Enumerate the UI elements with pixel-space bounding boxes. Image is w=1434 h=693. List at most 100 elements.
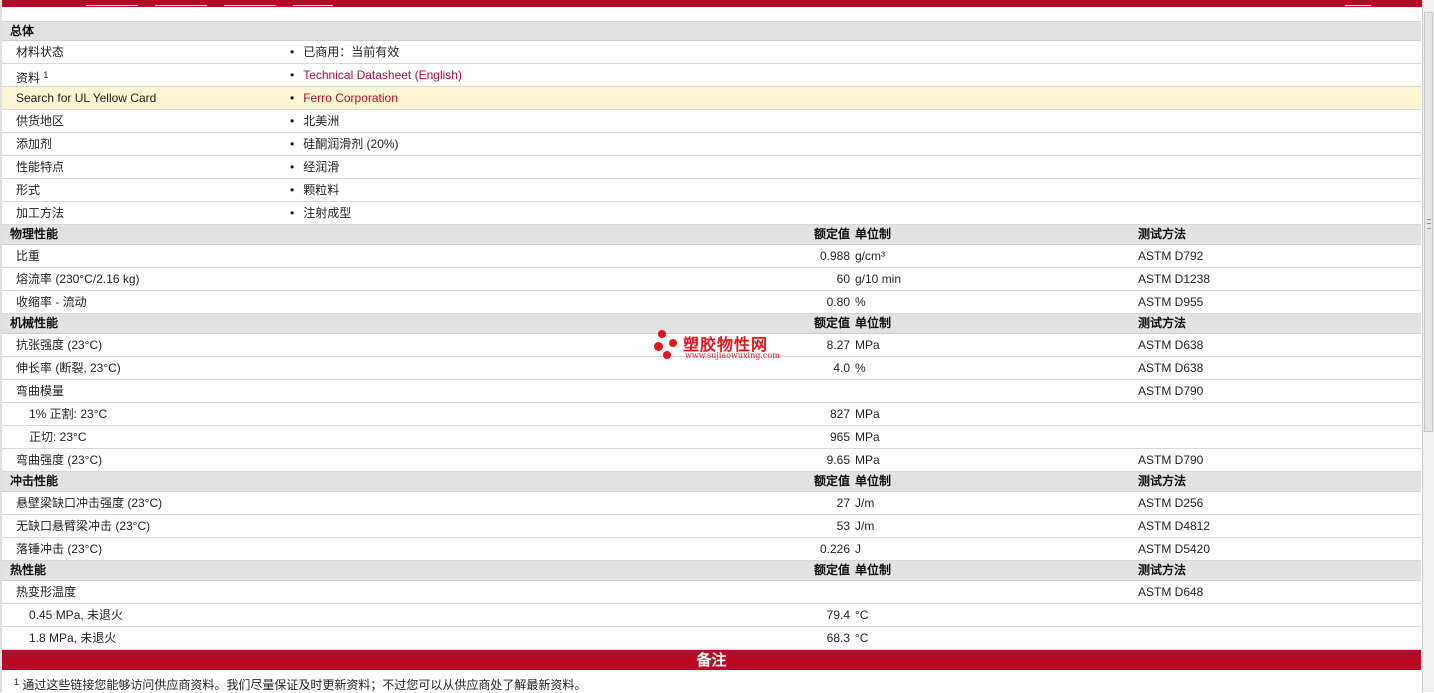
property-name: 悬壁梁缺口冲击强度 (23°C) xyxy=(16,496,163,510)
col-header-unit: 单位制 xyxy=(855,474,892,488)
nav-tab-2[interactable] xyxy=(155,5,207,6)
property-unit: J/m xyxy=(855,519,875,533)
property-name: 落锤冲击 (23°C) xyxy=(16,542,103,556)
property-name: 伸长率 (断裂, 23°C) xyxy=(16,361,121,375)
test-method: ASTM D5420 xyxy=(1138,542,1211,556)
col-header-test: 测试方法 xyxy=(1138,316,1187,330)
property-value: 硅酮润滑剂 (20%) xyxy=(290,133,398,155)
table-row: 0.45 MPa, 未退火 79.4 °C xyxy=(2,604,1421,627)
datasheet-link[interactable]: Technical Datasheet (English) xyxy=(303,68,462,82)
property-value: 60 xyxy=(836,272,850,286)
col-header-test: 测试方法 xyxy=(1138,563,1187,577)
property-unit: MPa xyxy=(855,407,880,421)
property-name: 供货地区 xyxy=(16,114,65,128)
table-row: 正切: 23°C 965 MPa xyxy=(2,426,1421,449)
col-header-value: 额定值 xyxy=(813,316,850,330)
section-title: 机械性能 xyxy=(10,316,59,330)
table-row: 供货地区 北美洲 xyxy=(2,110,1421,133)
table-row: 收缩率 - 流动 0.80 % ASTM D955 xyxy=(2,291,1421,314)
col-header-unit: 单位制 xyxy=(855,563,892,577)
section-title: 物理性能 xyxy=(10,227,59,241)
test-method: ASTM D790 xyxy=(1138,453,1204,467)
property-value: 8.27 xyxy=(826,338,850,352)
property-unit: J xyxy=(855,542,861,556)
table-row: 落锤冲击 (23°C) 0.226 J ASTM D5420 xyxy=(2,538,1421,561)
test-method: ASTM D256 xyxy=(1138,496,1204,510)
property-name: 熔流率 (230°C/2.16 kg) xyxy=(16,272,140,286)
table-row: 性能特点 经润滑 xyxy=(2,156,1421,179)
supplier-link[interactable]: Ferro Corporation xyxy=(303,91,398,105)
property-name: 添加剂 xyxy=(16,137,53,151)
property-subname: 正切: 23°C xyxy=(29,430,87,444)
section-header-general: 总体 xyxy=(2,21,1421,41)
property-unit: % xyxy=(855,295,866,309)
test-method: ASTM D638 xyxy=(1138,338,1204,352)
logo-dot xyxy=(663,351,671,359)
test-method: ASTM D792 xyxy=(1138,249,1204,263)
test-method: ASTM D955 xyxy=(1138,295,1204,309)
property-value: Ferro Corporation xyxy=(290,87,398,109)
property-unit: MPa xyxy=(855,453,880,467)
property-subname: 1% 正割: 23°C xyxy=(29,407,108,421)
property-subname: 0.45 MPa, 未退火 xyxy=(29,608,124,622)
table-row-highlighted: Search for UL Yellow Card Ferro Corporat… xyxy=(2,87,1421,110)
property-value: 0.226 xyxy=(819,542,850,556)
nav-tab-3[interactable] xyxy=(224,5,276,6)
footnote-ref[interactable]: 1 xyxy=(43,70,48,80)
table-row: 比重 0.988 g/cm³ ASTM D792 xyxy=(2,245,1421,268)
test-method: ASTM D638 xyxy=(1138,361,1204,375)
nav-tab-4[interactable] xyxy=(293,5,333,6)
property-name: 比重 xyxy=(16,249,41,263)
property-unit: % xyxy=(855,361,866,375)
property-unit: °C xyxy=(855,631,869,645)
property-unit: MPa xyxy=(855,430,880,444)
table-row: 1.8 MPa, 未退火 68.3 °C xyxy=(2,627,1421,650)
top-nav-bar xyxy=(0,0,1422,7)
col-header-value: 额定值 xyxy=(813,227,850,241)
vertical-scrollbar[interactable] xyxy=(1422,0,1434,692)
table-row: 弯曲模量 ASTM D790 xyxy=(2,380,1421,403)
property-value: 827 xyxy=(829,407,850,421)
section-header-impact: 冲击性能 额定值 单位制 测试方法 xyxy=(2,472,1421,492)
property-name: 弯曲模量 xyxy=(16,384,65,398)
property-value: Technical Datasheet (English) xyxy=(290,64,462,86)
footnote: 1 通过这些链接您能够访问供应商资料。我们尽量保证及时更新资料；不过您可以从供应… xyxy=(14,676,586,693)
property-unit: J/m xyxy=(855,496,875,510)
table-row: 形式 颗粒料 xyxy=(2,179,1421,202)
property-name: 形式 xyxy=(16,183,41,197)
table-row: 资料 1 Technical Datasheet (English) xyxy=(2,64,1421,87)
section-title: 热性能 xyxy=(10,563,47,577)
table-row: 1% 正割: 23°C 827 MPa xyxy=(2,403,1421,426)
property-unit: °C xyxy=(855,608,869,622)
watermark-logo: 塑胶物性网 www.sujiaowuxing.com xyxy=(654,329,794,363)
col-header-test: 测试方法 xyxy=(1138,227,1187,241)
scrollbar-thumb[interactable] xyxy=(1424,12,1433,432)
col-header-value: 额定值 xyxy=(813,563,850,577)
property-subname: 1.8 MPa, 未退火 xyxy=(29,631,117,645)
footnote-mark: 1 xyxy=(14,677,20,687)
property-name: 收缩率 - 流动 xyxy=(16,295,87,309)
property-name: Search for UL Yellow Card xyxy=(16,91,157,105)
table-row: 热变形温度 ASTM D648 xyxy=(2,581,1421,604)
logo-dot xyxy=(669,339,677,347)
property-unit: g/cm³ xyxy=(855,249,885,263)
property-value: 4.0 xyxy=(833,361,850,375)
test-method: ASTM D4812 xyxy=(1138,519,1211,533)
table-row: 悬壁梁缺口冲击强度 (23°C) 27 J/m ASTM D256 xyxy=(2,492,1421,515)
logo-dot xyxy=(654,342,663,351)
property-value: 注射成型 xyxy=(290,202,351,224)
nav-tab-right[interactable] xyxy=(1345,5,1371,6)
property-name: 材料状态 xyxy=(16,45,65,59)
property-unit: MPa xyxy=(855,338,880,352)
property-value: 9.65 xyxy=(826,453,850,467)
table-row: 弯曲强度 (23°C) 9.65 MPa ASTM D790 xyxy=(2,449,1421,472)
property-value: 北美洲 xyxy=(290,110,339,132)
table-row: 材料状态 已商用：当前有效 xyxy=(2,41,1421,64)
footnote-text: 通过这些链接您能够访问供应商资料。我们尽量保证及时更新资料；不过您可以从供应商处… xyxy=(22,678,587,692)
table-row: 无缺口悬臂梁冲击 (23°C) 53 J/m ASTM D4812 xyxy=(2,515,1421,538)
nav-tab-1[interactable] xyxy=(86,5,138,6)
test-method: ASTM D1238 xyxy=(1138,272,1211,286)
section-header-physical: 物理性能 额定值 单位制 测试方法 xyxy=(2,225,1421,245)
property-name: 性能特点 xyxy=(16,160,65,174)
property-value: 0.80 xyxy=(826,295,850,309)
